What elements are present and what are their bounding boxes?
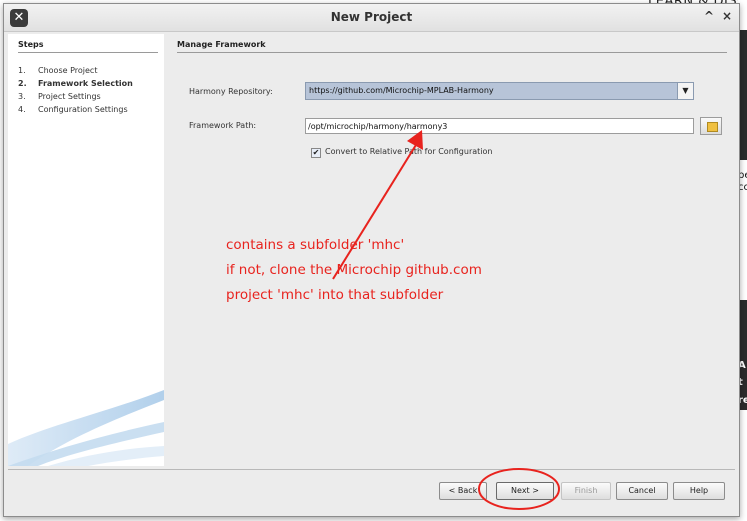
footer-divider: [8, 469, 735, 470]
convert-relative-label: Convert to Relative Path for Configurati…: [325, 147, 493, 156]
annotation-line: if not, clone the Microchip github.com: [226, 262, 482, 278]
steps-heading: Steps: [18, 40, 44, 49]
convert-relative-checkbox[interactable]: ✔: [311, 148, 321, 158]
new-project-dialog: ✕ New Project ^ × Steps 1. Choose Project…: [3, 3, 740, 517]
step-item-active: 2. Framework Selection: [18, 79, 133, 88]
steps-list: 1. Choose Project 2. Framework Selection 3…: [18, 64, 133, 116]
chevron-down-icon[interactable]: ▼: [677, 83, 693, 99]
harmony-repository-label: Harmony Repository:: [189, 87, 273, 96]
help-button[interactable]: Help: [673, 482, 725, 500]
collapse-icon[interactable]: ^: [704, 9, 714, 23]
step-item: 1. Choose Project: [18, 66, 98, 75]
divider: [18, 52, 158, 53]
dialog-title: New Project: [330, 10, 413, 24]
title-bar[interactable]: ✕ New Project ^ ×: [4, 4, 739, 32]
annotation-line: project 'mhc' into that subfolder: [226, 287, 444, 303]
framework-path-label: Framework Path:: [189, 121, 257, 130]
next-button[interactable]: Next >: [496, 482, 554, 500]
framework-path-input[interactable]: [305, 118, 694, 134]
harmony-repository-combo[interactable]: https://github.com/Microchip-MPLAB-Harmo…: [305, 82, 694, 100]
cancel-button[interactable]: Cancel: [616, 482, 668, 500]
steps-panel: Steps 1. Choose Project 2. Framework Selec…: [8, 34, 164, 466]
step-item: 4. Configuration Settings: [18, 105, 128, 114]
panel-heading: Manage Framework: [177, 40, 266, 49]
step-item: 3. Project Settings: [18, 92, 101, 101]
browse-folder-button[interactable]: [700, 117, 722, 135]
divider: [177, 52, 727, 53]
annotation-line: contains a subfolder 'mhc': [226, 237, 405, 253]
finish-button[interactable]: Finish: [561, 482, 611, 500]
close-icon[interactable]: ×: [722, 9, 732, 23]
decorative-swoosh-graphic: [8, 390, 164, 466]
folder-icon: [707, 122, 718, 132]
back-button[interactable]: < Back: [439, 482, 487, 500]
harmony-repository-value: https://github.com/Microchip-MPLAB-Harmo…: [309, 86, 494, 95]
